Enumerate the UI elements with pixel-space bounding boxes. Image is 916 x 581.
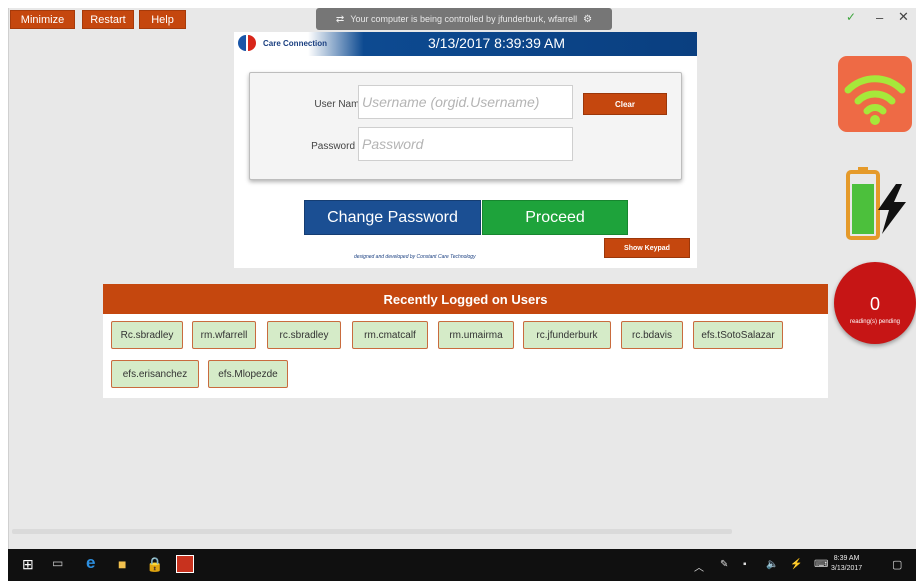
remote-control-banner: ⇄ Your computer is being controlled by j…	[316, 8, 612, 30]
login-header: Care Connection 3/13/2017 8:39:39 AM	[234, 32, 697, 56]
taskbar-clock[interactable]: 8:39 AM 3/13/2017	[831, 554, 862, 574]
developer-credit: designed and developed by Constant Care …	[354, 254, 476, 260]
proceed-button[interactable]: Proceed	[482, 200, 628, 235]
password-input[interactable]: Password	[358, 127, 573, 161]
task-view-icon[interactable]: ▭	[52, 556, 63, 570]
wifi-icon[interactable]	[838, 56, 912, 132]
network-icon[interactable]: ▪	[743, 559, 747, 570]
store-icon[interactable]: 🔒	[146, 556, 163, 573]
show-keypad-button[interactable]: Show Keypad	[604, 238, 690, 258]
credentials-box: User Name Username (orgid.Username) Clea…	[249, 72, 682, 180]
login-panel: Care Connection 3/13/2017 8:39:39 AM Use…	[234, 32, 697, 268]
recent-user-chip[interactable]: rm.cmatcalf	[352, 321, 428, 349]
password-label: Password	[311, 141, 355, 152]
edge-icon[interactable]: e	[86, 553, 95, 573]
power-plug-icon[interactable]: ⚡	[790, 559, 802, 570]
recent-user-chip[interactable]: efs.tSotoSalazar	[693, 321, 783, 349]
username-input[interactable]: Username (orgid.Username)	[358, 85, 573, 119]
recent-user-chip[interactable]: rc.jfunderburk	[523, 321, 611, 349]
recent-user-chip[interactable]: rc.bdavis	[621, 321, 683, 349]
file-explorer-icon[interactable]: ■	[118, 556, 126, 572]
clock-time: 8:39 AM	[833, 555, 860, 562]
care-connection-logo: Care Connection	[238, 35, 327, 51]
keyboard-icon[interactable]: ⌨	[814, 559, 828, 570]
volume-icon[interactable]: 🔈	[766, 559, 778, 570]
pending-count: 0	[869, 294, 880, 314]
taskbar: ⊞ ▭ e ■ 🔒 ︿ ✎ ▪ 🔈 ⚡ ⌨ 8:39 AM 3/13/2017 …	[8, 549, 916, 581]
pending-label: reading(s) pending	[849, 319, 901, 325]
username-label: User Name	[314, 99, 365, 110]
logo-mark-icon	[238, 35, 256, 51]
window-close-button[interactable]: ✕	[898, 9, 909, 25]
chevron-up-icon[interactable]: ︿	[694, 559, 704, 574]
recent-user-chip[interactable]: rm.umairma	[438, 321, 514, 349]
pending-readings-badge[interactable]: 0 reading(s) pending	[834, 262, 916, 344]
brand-name: Care Connection	[263, 38, 328, 48]
check-icon: ✓	[846, 10, 857, 24]
recent-user-chip[interactable]: Rc.sbradley	[111, 321, 183, 349]
change-password-button[interactable]: Change Password	[304, 200, 481, 235]
windows-start-icon[interactable]: ⊞	[22, 556, 34, 573]
pen-icon[interactable]: ✎	[720, 559, 728, 570]
current-datetime: 3/13/2017 8:39:39 AM	[428, 35, 565, 51]
recent-user-chip[interactable]: efs.Mlopezde	[208, 360, 288, 388]
help-button[interactable]: Help	[139, 10, 186, 29]
settings-icon[interactable]: ⚙	[583, 14, 592, 25]
window-minimize-button[interactable]: –	[876, 10, 883, 25]
care-connection-app-icon[interactable]	[176, 555, 194, 573]
battery-charging-icon	[838, 164, 912, 240]
remote-control-text: Your computer is being controlled by jfu…	[350, 14, 578, 24]
minimize-button[interactable]: Minimize	[10, 10, 75, 29]
restart-button[interactable]: Restart	[82, 10, 134, 29]
horizontal-scrollbar[interactable]	[12, 529, 732, 534]
recent-users-title: Recently Logged on Users	[103, 284, 828, 314]
recent-user-chip[interactable]: rm.wfarrell	[192, 321, 256, 349]
recent-user-chip[interactable]: rc.sbradley	[267, 321, 341, 349]
recent-user-chip[interactable]: efs.erisanchez	[111, 360, 199, 388]
clear-button[interactable]: Clear	[583, 93, 667, 115]
remote-control-icon: ⇄	[335, 13, 345, 25]
notifications-icon[interactable]: ▢	[892, 558, 902, 571]
recent-users-panel: Recently Logged on Users Rc.sbradley rm.…	[103, 284, 828, 398]
clock-date: 3/13/2017	[831, 565, 863, 572]
